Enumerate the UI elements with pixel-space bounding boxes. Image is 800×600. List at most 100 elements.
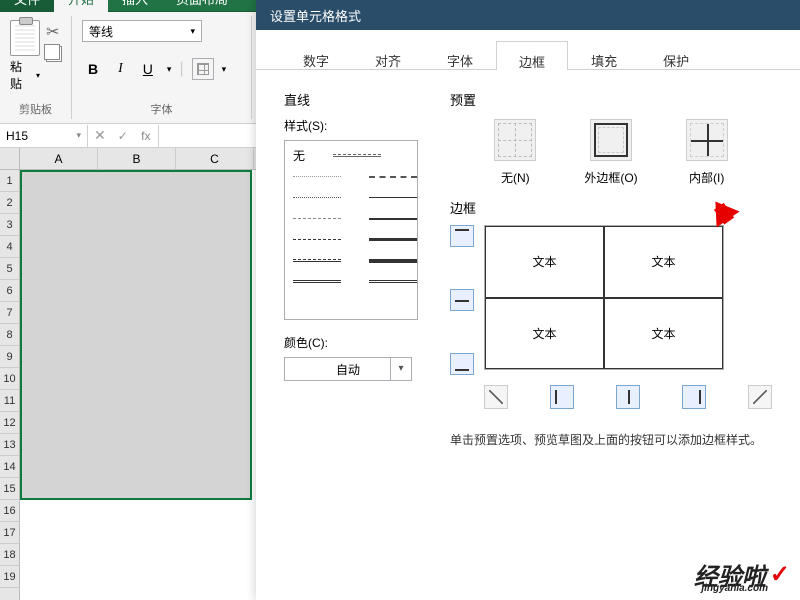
border-grid-icon (197, 63, 209, 75)
style-opt[interactable] (361, 208, 425, 229)
row-header[interactable]: 6 (0, 280, 19, 302)
border-hmiddle-button[interactable] (450, 289, 474, 311)
border-bottom-button[interactable] (450, 353, 474, 375)
group-font-label: 字体 (82, 101, 241, 119)
row-header[interactable]: 2 (0, 192, 19, 214)
group-clipboard-label: 剪贴板 (10, 101, 61, 119)
style-none[interactable]: 无 (285, 145, 313, 166)
row-header[interactable]: 8 (0, 324, 19, 346)
style-opt[interactable] (325, 145, 389, 166)
paste-button[interactable]: 粘贴▾ (10, 16, 40, 92)
dialog-tab-4[interactable]: 填充 (568, 40, 640, 69)
border-diag2-button[interactable] (748, 385, 772, 409)
preset-inner-icon (690, 123, 724, 157)
border-vmiddle-button[interactable] (616, 385, 640, 409)
row-header[interactable]: 3 (0, 214, 19, 236)
tab-start[interactable]: 开始 (54, 0, 108, 12)
preset-none-button[interactable] (494, 119, 536, 161)
checkmark-icon: ✓ (770, 560, 790, 589)
dialog-tab-0[interactable]: 数字 (280, 40, 352, 69)
selection (20, 170, 252, 500)
select-all-corner[interactable] (0, 148, 19, 170)
dialog-tabs: 数字对齐字体边框填充保护 (256, 30, 800, 70)
font-name-select[interactable]: 等线▾ (82, 20, 202, 42)
clipboard-icon (10, 20, 40, 56)
watermark-url: jingyanla.com (701, 583, 768, 594)
line-section-label: 直线 (284, 90, 430, 109)
fx-button[interactable]: fx (134, 129, 158, 143)
line-style-list[interactable]: 无 (284, 140, 418, 320)
color-select[interactable]: 自动 (284, 357, 412, 381)
row-header[interactable]: 18 (0, 544, 19, 566)
hint-text: 单击预置选项、预览草图及上面的按钮可以添加边框样式。 (450, 431, 772, 448)
style-opt[interactable] (285, 208, 349, 229)
preview-cell: 文本 (604, 298, 723, 370)
name-box[interactable]: H15▾ (0, 125, 88, 147)
preset-outer-label: 外边框(O) (584, 169, 637, 186)
style-opt[interactable] (361, 229, 425, 250)
row-header[interactable]: 11 (0, 390, 19, 412)
border-left-button[interactable] (550, 385, 574, 409)
preview-cell: 文本 (485, 298, 604, 370)
row-headers: 12345678910111213141516171819 (0, 148, 20, 600)
italic-button[interactable]: I (112, 59, 129, 79)
preview-cell: 文本 (604, 226, 723, 298)
row-header[interactable]: 13 (0, 434, 19, 456)
copy-icon[interactable] (46, 46, 62, 62)
dialog-tab-5[interactable]: 保护 (640, 40, 712, 69)
col-header[interactable]: C (176, 148, 254, 169)
underline-button[interactable]: U (137, 59, 159, 79)
style-opt[interactable] (361, 187, 425, 208)
style-opt[interactable] (285, 166, 349, 187)
chevron-down-icon[interactable]: ▾ (167, 64, 172, 75)
row-header[interactable]: 15 (0, 478, 19, 500)
preset-none-label: 无(N) (501, 169, 530, 186)
dialog-tab-1[interactable]: 对齐 (352, 40, 424, 69)
row-header[interactable]: 1 (0, 170, 19, 192)
preview-cell: 文本 (485, 226, 604, 298)
chevron-down-icon: ▾ (36, 71, 40, 80)
style-opt[interactable] (361, 271, 425, 292)
border-diag1-button[interactable] (484, 385, 508, 409)
border-button[interactable] (192, 58, 214, 80)
cut-icon[interactable]: ✂ (46, 22, 62, 42)
row-header[interactable]: 17 (0, 522, 19, 544)
preset-none-icon (498, 123, 532, 157)
row-header[interactable]: 16 (0, 500, 19, 522)
color-label: 颜色(C): (284, 334, 430, 351)
bold-button[interactable]: B (82, 59, 104, 79)
col-header[interactable]: B (98, 148, 176, 169)
row-header[interactable]: 5 (0, 258, 19, 280)
style-opt[interactable] (285, 271, 349, 292)
style-opt[interactable] (285, 229, 349, 250)
accept-icon[interactable]: ✓ (112, 129, 134, 143)
dialog-tab-2[interactable]: 字体 (424, 40, 496, 69)
style-opt[interactable] (285, 250, 349, 271)
style-opt[interactable] (361, 250, 425, 271)
row-header[interactable]: 12 (0, 412, 19, 434)
tab-insert[interactable]: 插入 (108, 0, 162, 12)
dialog-tab-3[interactable]: 边框 (496, 41, 568, 70)
watermark: 经验啦 ✓ jingyanla.com (694, 557, 790, 592)
row-header[interactable]: 10 (0, 368, 19, 390)
border-preview: 文本 文本 文本 文本 (484, 225, 724, 370)
preset-inner-button[interactable] (686, 119, 728, 161)
tab-layout[interactable]: 页面布局 (162, 0, 242, 12)
cancel-icon[interactable]: ✕ (88, 127, 112, 144)
row-header[interactable]: 9 (0, 346, 19, 368)
format-cells-dialog: 设置单元格格式 数字对齐字体边框填充保护 直线 样式(S): 无 (256, 0, 800, 600)
tab-file[interactable]: 文件 (0, 0, 54, 12)
row-header[interactable]: 7 (0, 302, 19, 324)
style-opt[interactable] (361, 166, 425, 187)
row-header[interactable]: 4 (0, 236, 19, 258)
row-header[interactable]: 14 (0, 456, 19, 478)
border-top-button[interactable] (450, 225, 474, 247)
paste-label: 粘贴 (10, 58, 34, 92)
row-header[interactable]: 19 (0, 566, 19, 588)
style-opt[interactable] (285, 187, 349, 208)
style-label: 样式(S): (284, 117, 430, 134)
preset-outer-button[interactable] (590, 119, 632, 161)
col-header[interactable]: A (20, 148, 98, 169)
border-right-button[interactable] (682, 385, 706, 409)
chevron-down-icon[interactable]: ▾ (222, 64, 227, 75)
